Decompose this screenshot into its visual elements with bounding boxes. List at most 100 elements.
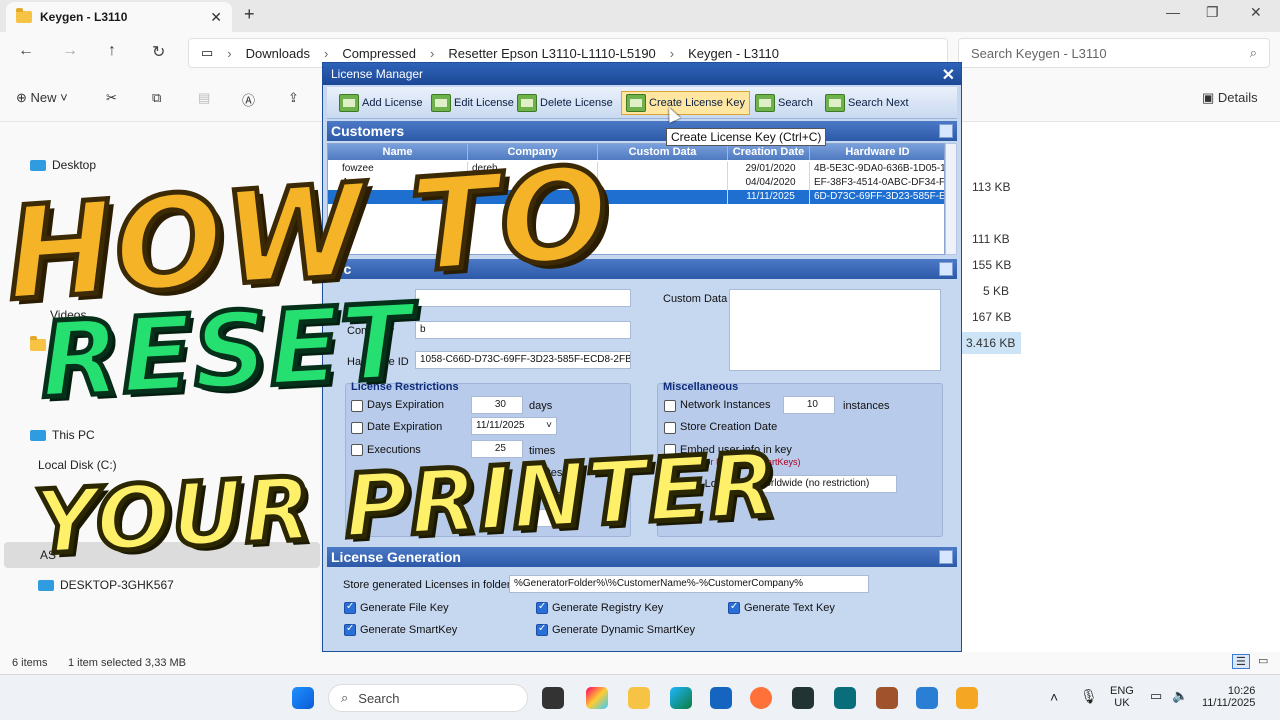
volume-icon[interactable]: 🔈 bbox=[1172, 688, 1188, 704]
sidebar-item-this-pc[interactable]: This PC bbox=[30, 428, 95, 442]
generate-text-key-checkbox[interactable] bbox=[728, 601, 740, 614]
store-icon[interactable] bbox=[710, 687, 732, 709]
minimize-icon[interactable]: — bbox=[1166, 4, 1180, 20]
paste-icon[interactable]: ▤ bbox=[198, 90, 210, 106]
app-icon[interactable] bbox=[876, 687, 898, 709]
sidebar-item-desktop[interactable]: Desktop bbox=[30, 158, 96, 172]
maximize-icon[interactable]: ❐ bbox=[1206, 4, 1219, 21]
file-size: 113 KB bbox=[972, 180, 1011, 194]
folder-input[interactable]: %GeneratorFolder%\%CustomerName%-%Custom… bbox=[509, 575, 869, 593]
clock[interactable]: 10:26 11/11/2025 bbox=[1202, 685, 1255, 709]
date-expiration-checkbox[interactable] bbox=[351, 422, 363, 434]
sidebar-item-desktop-pc[interactable]: DESKTOP-3GHK567 bbox=[38, 578, 174, 592]
generate-file-key-checkbox[interactable] bbox=[344, 601, 356, 614]
search-icon: ⌕ bbox=[1249, 45, 1257, 60]
firefox-icon[interactable] bbox=[750, 687, 772, 709]
network-instances-label: Network Instances bbox=[680, 399, 771, 411]
desktop-icon bbox=[30, 159, 46, 171]
key-icon bbox=[626, 94, 646, 112]
share-icon[interactable]: ⇪ bbox=[288, 90, 299, 106]
custom-data-label: Custom Data bbox=[663, 293, 728, 305]
column-header[interactable]: Creation Date bbox=[728, 144, 810, 160]
copy-icon[interactable]: ⧉ bbox=[152, 90, 161, 106]
taskbar: ⌕ Search ˄ 🎙 ENG UK ▭ 🔈 10:26 11/11/2025 bbox=[0, 674, 1280, 720]
details-button[interactable]: ▣ Details bbox=[1202, 90, 1258, 106]
search-placeholder: Search Keygen - L3110 bbox=[971, 45, 1107, 61]
edit-license-icon bbox=[431, 94, 451, 112]
date-expiration-picker[interactable]: 11/11/2025 ˅ bbox=[471, 417, 557, 435]
breadcrumb-item[interactable]: Resetter Epson L3110-L1110-L5190 bbox=[448, 46, 655, 61]
chevron-down-icon: ˅ bbox=[546, 420, 552, 431]
up-icon[interactable]: ↑ bbox=[108, 42, 116, 60]
explorer-tab[interactable]: Keygen - L3110 ✕ bbox=[6, 2, 232, 32]
close-tab-icon[interactable]: ✕ bbox=[210, 9, 222, 26]
add-license-icon bbox=[339, 94, 359, 112]
edit-license-button[interactable]: Edit License bbox=[427, 91, 518, 115]
add-license-button[interactable]: Add License bbox=[335, 91, 427, 115]
close-icon[interactable]: ✕ bbox=[942, 65, 955, 85]
file-size: 155 KB bbox=[972, 258, 1012, 272]
language-indicator[interactable]: ENG UK bbox=[1110, 685, 1134, 709]
task-view-icon[interactable] bbox=[542, 687, 564, 709]
days-expiration-input[interactable]: 30 bbox=[471, 396, 523, 414]
refresh-icon[interactable]: ↻ bbox=[152, 42, 165, 62]
copilot-icon[interactable] bbox=[586, 687, 608, 709]
generate-dynamic-smartkey-checkbox[interactable] bbox=[536, 623, 548, 636]
hardware-id-field[interactable]: 1058-C66D-D73C-69FF-3D23-585F-ECD8-2FBD bbox=[415, 351, 631, 369]
generate-dynamic-smartkey-label: Generate Dynamic SmartKey bbox=[552, 624, 696, 636]
network-instances-input[interactable]: 10 bbox=[783, 396, 835, 414]
generate-file-key-label: Generate File Key bbox=[360, 602, 449, 614]
license-icon bbox=[939, 262, 953, 276]
search-icon bbox=[755, 94, 775, 112]
table-scrollbar[interactable] bbox=[945, 143, 957, 255]
explorer-tab-bar: Keygen - L3110 ✕ + — ❐ ✕ bbox=[0, 0, 1280, 32]
app-icon[interactable] bbox=[834, 687, 856, 709]
delete-license-button[interactable]: Delete License bbox=[513, 91, 617, 115]
breadcrumb-item[interactable]: Keygen - L3110 bbox=[688, 46, 779, 61]
generate-smartkey-label: Generate SmartKey bbox=[360, 624, 458, 636]
tiles-view-icon[interactable]: ▭ bbox=[1258, 654, 1268, 667]
company-field[interactable]: b bbox=[415, 321, 631, 339]
column-header[interactable]: Custom Data bbox=[598, 144, 728, 160]
back-icon[interactable]: ← bbox=[18, 42, 34, 60]
generate-registry-key-checkbox[interactable] bbox=[536, 601, 548, 614]
column-header[interactable]: Hardware ID bbox=[810, 144, 944, 160]
search-input[interactable]: Search Keygen - L3110 ⌕ bbox=[958, 38, 1270, 68]
start-icon[interactable] bbox=[292, 687, 314, 709]
keygen-app-icon[interactable] bbox=[956, 687, 978, 709]
edge-icon[interactable] bbox=[670, 687, 692, 709]
store-creation-date-checkbox[interactable] bbox=[664, 422, 676, 434]
selection-info: 1 item selected 3,33 MB bbox=[68, 657, 187, 669]
app-icon[interactable] bbox=[792, 687, 814, 709]
search-button[interactable]: Search bbox=[751, 91, 817, 115]
breadcrumb-item[interactable]: Compressed bbox=[342, 46, 416, 61]
network-instances-checkbox[interactable] bbox=[664, 400, 676, 412]
folder-label: Store generated Licenses in folder: bbox=[343, 579, 514, 591]
chevron-up-icon[interactable]: ˄ bbox=[1050, 689, 1058, 705]
new-tab-icon[interactable]: + bbox=[244, 4, 255, 25]
customers-icon bbox=[939, 124, 953, 138]
search-next-button[interactable]: Search Next bbox=[821, 91, 913, 115]
taskbar-search[interactable]: ⌕ Search bbox=[328, 684, 528, 712]
rename-icon[interactable]: Ⓐ bbox=[242, 90, 255, 109]
store-creation-date-label: Store Creation Date bbox=[680, 421, 778, 433]
pc-icon bbox=[30, 429, 46, 441]
generate-smartkey-checkbox[interactable] bbox=[344, 623, 356, 636]
close-window-icon[interactable]: ✕ bbox=[1250, 4, 1262, 21]
customers-header: Customers bbox=[327, 121, 957, 141]
create-license-key-button[interactable]: Create License Key bbox=[621, 91, 750, 115]
file-explorer-icon[interactable] bbox=[628, 687, 650, 709]
generate-registry-key-label: Generate Registry Key bbox=[552, 602, 664, 614]
forward-icon[interactable]: → bbox=[62, 42, 78, 60]
details-view-icon[interactable]: ☰ bbox=[1232, 654, 1250, 669]
date-expiration-label: Date Expiration bbox=[367, 421, 443, 433]
file-size-selected[interactable]: 3.416 KB bbox=[960, 332, 1022, 354]
pc-icon bbox=[38, 579, 54, 591]
microphone-icon[interactable]: 🎙 bbox=[1080, 688, 1098, 705]
breadcrumb-item[interactable]: Downloads bbox=[246, 46, 310, 61]
new-button[interactable]: ⊕ New ˅ bbox=[16, 90, 68, 106]
snipping-tool-icon[interactable] bbox=[916, 687, 938, 709]
network-icon[interactable]: ▭ bbox=[1150, 688, 1162, 704]
custom-data-textarea[interactable] bbox=[729, 289, 941, 371]
cut-icon[interactable]: ✂ bbox=[106, 90, 117, 106]
